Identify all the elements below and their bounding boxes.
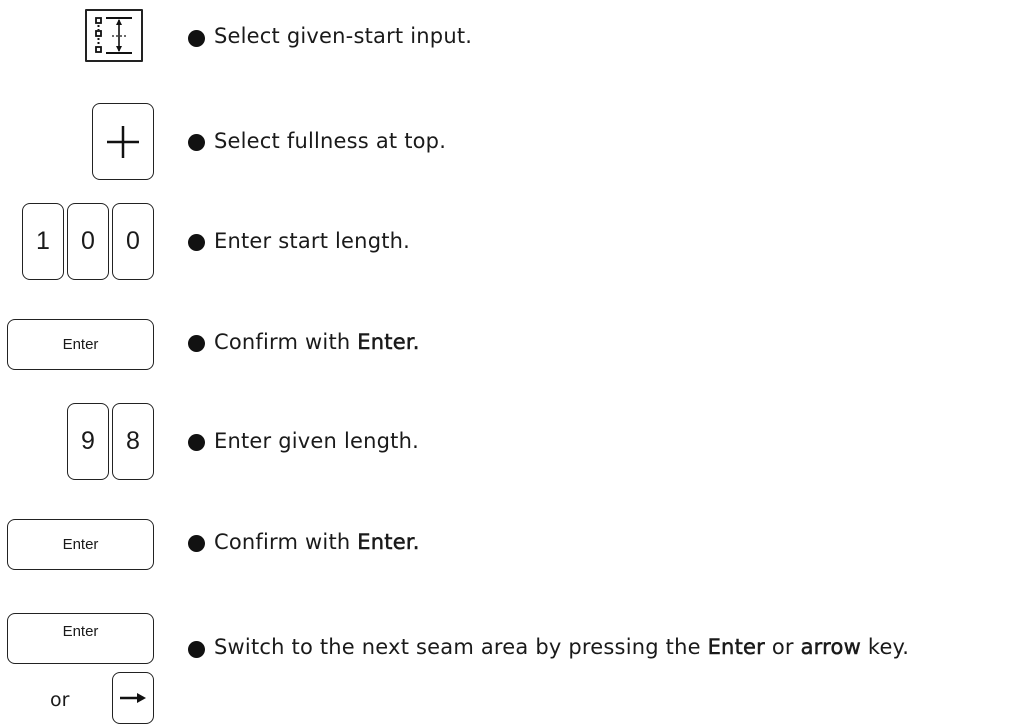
bullet: [188, 434, 205, 451]
or-label: or: [50, 689, 70, 711]
digit-label: 8: [126, 427, 140, 455]
given-start-input-key[interactable]: [85, 9, 143, 62]
given-start-input-icon: [95, 16, 132, 54]
enter-key-label: Enter: [62, 536, 99, 553]
bullet: [188, 535, 205, 552]
step-5-text: Enter given length.: [214, 429, 419, 453]
enter-key[interactable]: Enter: [7, 519, 154, 570]
digit-label: 1: [36, 227, 50, 255]
digit-label: 0: [81, 227, 95, 255]
step-6-text: Confirm with Enter.: [214, 530, 420, 555]
plus-icon: [107, 125, 139, 158]
bullet: [188, 134, 205, 151]
enter-keyword: Enter: [707, 635, 765, 660]
arrow-keyword: arrow: [800, 635, 861, 660]
arrow-right-key[interactable]: [112, 672, 154, 724]
enter-key-label: Enter: [62, 336, 99, 353]
step-1-text: Select given-start input.: [214, 24, 473, 48]
bullet: [188, 30, 205, 47]
step-4-text: Confirm with Enter.: [214, 330, 420, 355]
enter-keyword: Enter.: [357, 530, 420, 555]
digit-key-0[interactable]: 0: [112, 203, 154, 280]
bullet: [188, 335, 205, 352]
bullet: [188, 641, 205, 658]
digit-key-1[interactable]: 1: [22, 203, 64, 280]
digit-key-9[interactable]: 9: [67, 403, 109, 480]
plus-key[interactable]: [92, 103, 154, 180]
arrow-right-icon: [120, 693, 146, 703]
step-7-text: Switch to the next seam area by pressing…: [214, 635, 910, 660]
enter-key[interactable]: Enter: [7, 613, 154, 664]
step-3-text: Enter start length.: [214, 229, 411, 253]
enter-key[interactable]: Enter: [7, 319, 154, 370]
digit-label: 0: [126, 227, 140, 255]
digit-key-0[interactable]: 0: [67, 203, 109, 280]
bullet: [188, 234, 205, 251]
enter-keyword: Enter.: [357, 330, 420, 355]
digit-label: 9: [81, 427, 95, 455]
enter-key-label: Enter: [62, 623, 99, 640]
step-2-text: Select fullness at top.: [214, 129, 447, 153]
digit-key-8[interactable]: 8: [112, 403, 154, 480]
